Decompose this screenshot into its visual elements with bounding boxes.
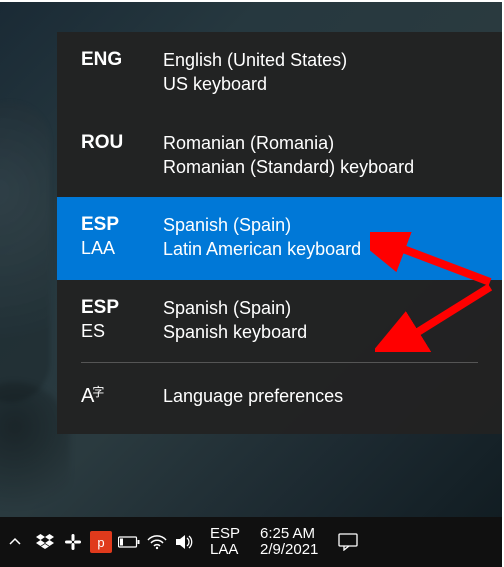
lang-text-col: Spanish (Spain) Latin American keyboard <box>163 213 478 262</box>
lang-text-col: Spanish (Spain) Spanish keyboard <box>163 296 478 345</box>
language-icon: A字 <box>81 385 104 408</box>
taskbar-date: 2/9/2021 <box>260 542 318 559</box>
tray-overflow-button[interactable] <box>0 517 30 567</box>
keyboard-name: Romanian (Standard) keyboard <box>163 155 478 179</box>
language-switcher-flyout: ENG English (United States) US keyboard … <box>57 32 502 434</box>
dropbox-tray-icon[interactable] <box>34 531 56 553</box>
wifi-tray-icon[interactable] <box>146 531 168 553</box>
language-preferences-link[interactable]: A字 Language preferences <box>57 363 502 434</box>
lang-code-col: ROU <box>81 131 153 155</box>
lang-code-primary: ESP <box>81 296 119 320</box>
lang-code-col: ESP ES <box>81 296 153 342</box>
taskbar-lang-code-a: ESP <box>210 526 240 543</box>
tray-icons: p <box>30 531 200 553</box>
taskbar: p ESP LAA 6:25 AM 2/9/2021 <box>0 517 502 567</box>
lang-code-col: ENG <box>81 48 153 72</box>
battery-tray-icon[interactable] <box>118 531 140 553</box>
app-tray-icon[interactable]: p <box>90 531 112 553</box>
lang-name: Spanish (Spain) <box>163 213 478 237</box>
language-item-spanish-es[interactable]: ESP ES Spanish (Spain) Spanish keyboard <box>57 280 502 363</box>
lang-text-col: Romanian (Romania) Romanian (Standard) k… <box>163 131 478 180</box>
keyboard-name: US keyboard <box>163 72 478 96</box>
taskbar-language-indicator[interactable]: ESP LAA <box>200 526 250 559</box>
lang-name: Romanian (Romania) <box>163 131 478 155</box>
volume-tray-icon[interactable] <box>174 531 196 553</box>
language-item-english[interactable]: ENG English (United States) US keyboard <box>57 32 502 115</box>
language-item-romanian[interactable]: ROU Romanian (Romania) Romanian (Standar… <box>57 115 502 198</box>
lang-code-primary: ESP <box>81 213 119 237</box>
lang-code-primary: ENG <box>81 48 122 72</box>
lang-code-secondary: ES <box>81 320 105 343</box>
taskbar-clock[interactable]: 6:25 AM 2/9/2021 <box>250 526 328 559</box>
language-preferences-label: Language preferences <box>163 386 343 407</box>
lang-text-col: English (United States) US keyboard <box>163 48 478 97</box>
lang-code-primary: ROU <box>81 131 123 155</box>
taskbar-lang-code-b: LAA <box>210 542 238 559</box>
keyboard-name: Latin American keyboard <box>163 237 478 261</box>
lang-name: Spanish (Spain) <box>163 296 478 320</box>
lang-name: English (United States) <box>163 48 478 72</box>
lang-code-secondary: LAA <box>81 237 115 260</box>
notification-icon <box>338 533 358 551</box>
p-icon: p <box>90 531 112 553</box>
lang-code-col: ESP LAA <box>81 213 153 259</box>
slack-tray-icon[interactable] <box>62 531 84 553</box>
chevron-up-icon <box>9 536 21 548</box>
action-center-button[interactable] <box>328 517 368 567</box>
prefs-icon-col: A字 <box>81 385 153 408</box>
language-item-spanish-laa[interactable]: ESP LAA Spanish (Spain) Latin American k… <box>57 197 502 280</box>
taskbar-time: 6:25 AM <box>260 526 315 543</box>
keyboard-name: Spanish keyboard <box>163 320 478 344</box>
